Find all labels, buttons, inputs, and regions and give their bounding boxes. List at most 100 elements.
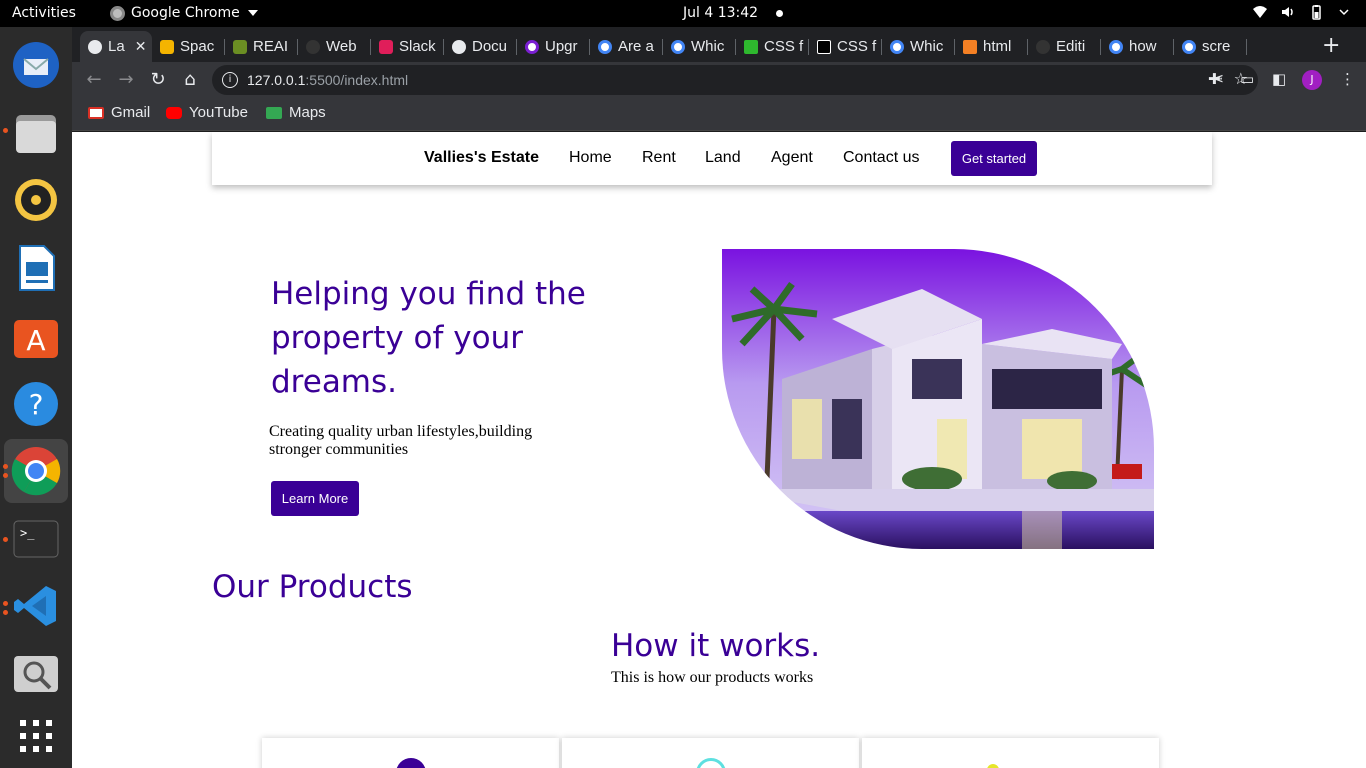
tab-label: Are a [618,38,654,55]
chrome-dock-icon[interactable] [4,439,68,503]
tab[interactable]: Web [298,31,371,62]
running-indicator [3,601,8,606]
tab[interactable]: html [955,31,1028,62]
nav-link-land[interactable]: Land [705,149,741,167]
tab[interactable]: how [1101,31,1174,62]
tab-label: html [983,38,1012,55]
notification-dot-icon [776,9,784,17]
cast-icon[interactable]: ▭ [1240,70,1254,88]
tab[interactable]: scre [1174,31,1247,62]
home-button[interactable]: ⌂ [178,68,202,92]
tab[interactable]: Are a [590,31,663,62]
url-text[interactable]: 127.0.0.1:5500/index.html [247,72,408,88]
volume-icon [1280,4,1296,20]
tab-label: CSS f [837,38,877,55]
forward-button[interactable]: → [114,68,138,92]
nav-link-agent[interactable]: Agent [771,149,813,167]
tab-active[interactable]: La ✕ [80,31,152,62]
product-icon [696,758,726,768]
github-icon [306,39,320,54]
tab-label: CSS f [764,38,804,55]
site-brand[interactable]: Vallies's Estate [424,149,539,167]
svg-text:>_: >_ [20,526,35,540]
show-applications-icon[interactable] [10,710,62,762]
tab-label: Web [326,38,357,55]
app-menu[interactable]: Google Chrome [110,5,258,21]
address-bar[interactable]: i 127.0.0.1:5500/index.html ⋖ ☆ [212,65,1258,95]
new-tab-button[interactable]: + [1322,33,1340,58]
get-started-button[interactable]: Get started [951,141,1037,176]
clock-text: Jul 4 13:42 [683,5,759,21]
nav-link-contact[interactable]: Contact us [843,149,919,167]
close-icon[interactable]: ✕ [135,38,147,55]
terminal-icon[interactable]: >_ [10,513,62,565]
system-tray[interactable] [1252,4,1352,20]
tab[interactable]: Whic [882,31,955,62]
tab[interactable]: Spac [152,31,225,62]
software-center-icon[interactable]: A [10,310,62,362]
tab[interactable]: CSS f [736,31,809,62]
tab[interactable]: CSS f [809,31,882,62]
files-icon[interactable] [10,107,62,159]
stackoverflow-icon [963,39,977,54]
maps-icon [266,106,282,119]
learn-more-button[interactable]: Learn More [271,481,359,516]
tab[interactable]: Upgr [517,31,590,62]
tab-label: scre [1202,38,1231,55]
tab[interactable]: REAI [225,31,298,62]
menu-kebab-icon[interactable]: ⋮ [1340,70,1355,88]
running-indicator [3,537,8,542]
profile-avatar[interactable]: J [1302,70,1322,90]
nav-link-home[interactable]: Home [569,149,612,167]
w3schools-icon [744,39,758,54]
tab-label: Whic [910,38,944,55]
reload-button[interactable]: ↻ [146,68,170,92]
extensions-icon[interactable]: ✚ [1208,70,1221,88]
tab-label: how [1129,38,1157,55]
side-panel-icon[interactable]: ◧ [1272,70,1286,88]
libreoffice-writer-icon[interactable] [10,242,62,294]
product-card [862,738,1159,768]
hero-house-image [722,249,1154,549]
gmail-icon [88,106,104,119]
bookmark-gmail[interactable]: Gmail [88,104,150,121]
running-indicator [3,464,8,469]
bookmarks-bar: Gmail YouTube Maps [72,98,1366,131]
help-icon[interactable]: ? [10,378,62,430]
activities-button[interactable]: Activities [12,5,76,21]
vscode-icon[interactable] [10,580,62,632]
slack-icon [379,39,393,54]
hero-subtitle: Creating quality urban lifestyles,buildi… [269,423,533,458]
tab[interactable]: Docu [444,31,517,62]
thunderbird-icon[interactable] [10,39,62,91]
tab-label: Editi [1056,38,1086,55]
nav-link-rent[interactable]: Rent [642,149,676,167]
chrome-icon [110,5,125,21]
tab[interactable]: Whic [663,31,736,62]
back-button[interactable]: ← [82,68,106,92]
screenshot-tool-icon[interactable] [10,648,62,700]
tab-label: Slack [399,38,436,55]
globe-icon [88,39,102,54]
products-heading: Our Products [212,569,413,605]
chevron-down-icon [247,10,258,16]
google-icon [1109,39,1123,54]
site-navbar: Vallies's Estate Home Rent Land Agent Co… [212,132,1212,185]
site-info-icon[interactable]: i [222,72,238,88]
tab[interactable]: Editi [1028,31,1101,62]
readme-icon [233,39,247,54]
google-icon [598,39,612,54]
wifi-icon [1252,4,1268,20]
power-menu-icon [1336,4,1352,20]
globe-icon [452,39,466,54]
clock[interactable]: Jul 4 13:42 [683,5,784,21]
how-it-works-subtitle: This is how our products works [611,669,814,686]
running-indicator [3,473,8,478]
bookmark-maps[interactable]: Maps [266,104,326,121]
page-viewport: Vallies's Estate Home Rent Land Agent Co… [72,132,1366,768]
bookmark-youtube[interactable]: YouTube [166,104,248,121]
product-card [562,738,859,768]
tab[interactable]: Slack [371,31,444,62]
google-icon [671,39,685,54]
rhythmbox-icon[interactable] [10,174,62,226]
